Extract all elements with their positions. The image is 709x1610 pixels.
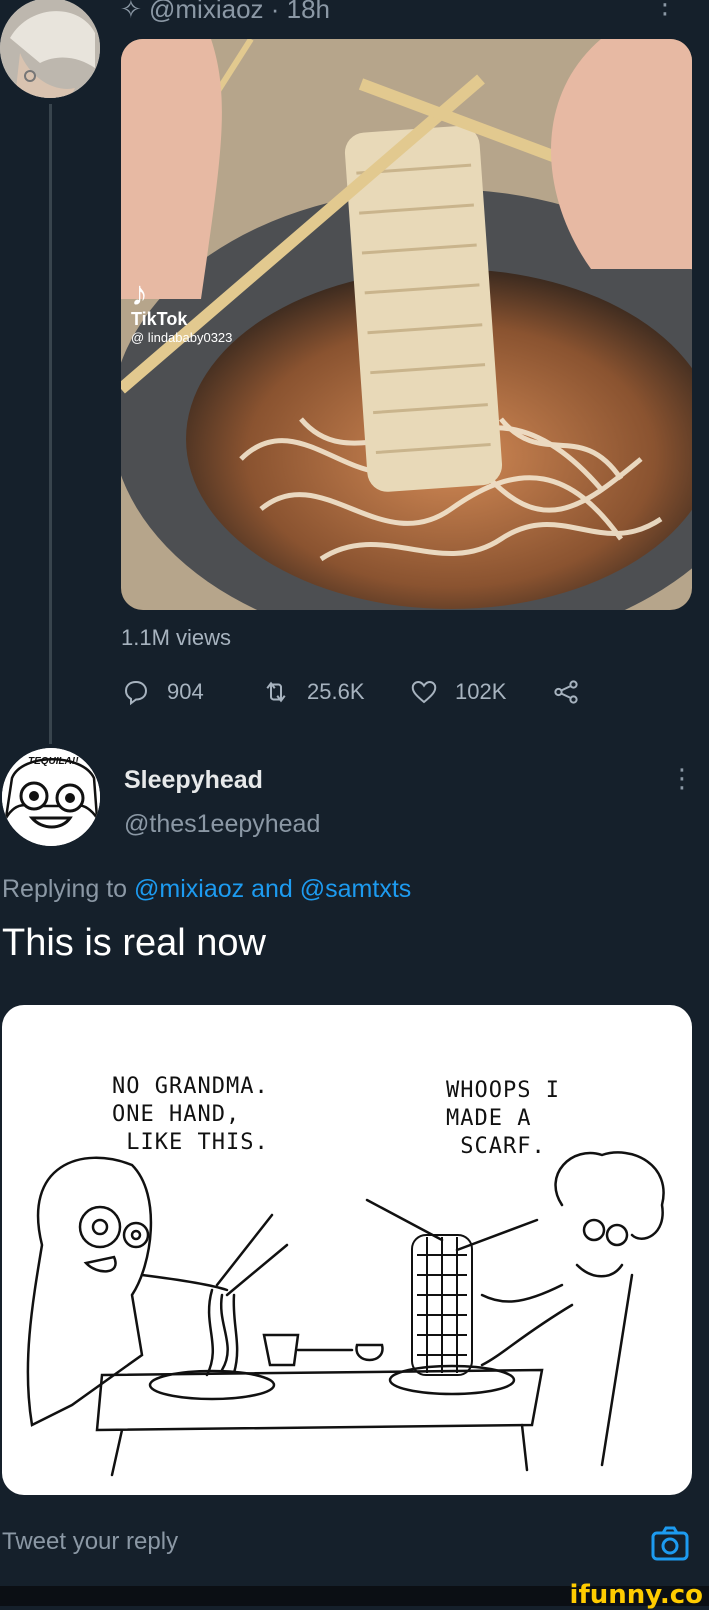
tiktok-watermark: ♪ TikTok @ lindababy0323 — [131, 275, 233, 345]
avatar-label: TEQUILA!! — [28, 756, 79, 767]
share-button[interactable] — [551, 674, 581, 710]
retweet-icon — [266, 681, 286, 703]
mention-link[interactable]: @samtxts — [300, 875, 412, 903]
avatar-image — [0, 0, 100, 98]
tiktok-logo-icon: ♪ — [131, 275, 148, 313]
thread-line — [49, 104, 52, 744]
camera-icon — [651, 1526, 689, 1561]
camera-button[interactable] — [650, 1524, 690, 1564]
reply-icon — [124, 680, 148, 706]
like-count: 102K — [455, 679, 507, 704]
replying-to: Replying to @mixiaoz and @samtxts — [2, 875, 411, 904]
comic-speech-right: WHOOPS I MADE A SCARF. — [446, 1078, 560, 1159]
tiktok-name: TikTok — [131, 309, 188, 329]
user-handle[interactable]: @thes1eepyhead — [124, 810, 320, 839]
display-name[interactable]: Sleepyhead — [124, 766, 263, 795]
view-count: 1.1M views — [121, 625, 232, 650]
tweet-video[interactable]: ♪ TikTok @ lindababy0323 — [121, 39, 692, 610]
mention-link[interactable]: @mixiaoz — [134, 875, 244, 903]
share-icon — [554, 680, 578, 704]
more-icon[interactable]: ⋮ — [652, 0, 678, 17]
comic-drawing — [26, 1151, 665, 1477]
replying-and[interactable]: and — [244, 875, 300, 903]
avatar-sleepyhead[interactable]: TEQUILA!! — [2, 748, 100, 846]
tiktok-user: @ lindababy0323 — [131, 330, 233, 345]
reply-count: 904 — [167, 679, 204, 704]
reply-button[interactable]: 904 — [121, 674, 204, 710]
retweet-count: 25.6K — [307, 679, 365, 704]
avatar-mixiaoz[interactable] — [0, 0, 100, 98]
tweet-text: This is real now — [2, 922, 266, 964]
tweet-image[interactable]: NO GRANDMA. ONE HAND, LIKE THIS. WHOOPS … — [2, 1005, 692, 1495]
like-icon — [411, 680, 437, 704]
tweet-header: ✧ @mixiaoz · 18h — [120, 0, 331, 24]
like-button[interactable]: 102K — [409, 674, 506, 710]
retweet-button[interactable]: 25.6K — [261, 674, 365, 710]
replying-prefix: Replying to — [2, 875, 135, 903]
comic-speech-left: NO GRANDMA. ONE HAND, LIKE THIS. — [112, 1074, 269, 1155]
reply-input[interactable]: Tweet your reply — [2, 1528, 178, 1556]
more-icon[interactable]: ⋮ — [669, 765, 695, 791]
tweet-actions: 904 25.6K 102K — [121, 674, 601, 710]
